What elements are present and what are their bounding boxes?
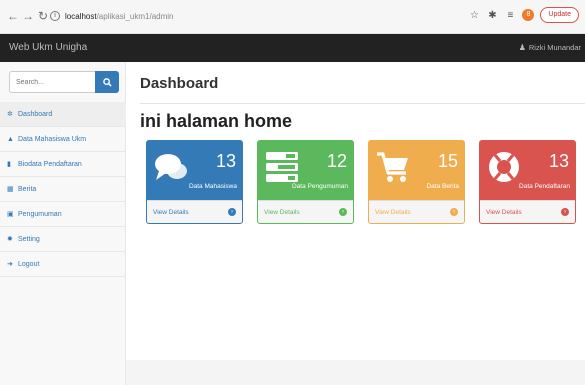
sidebar-item-label: Logout	[18, 260, 40, 268]
panel-label: Data Pendaftaran	[519, 183, 570, 190]
panel-data-pendaftaran: 13 Data Pendaftaran View Details ›	[479, 140, 576, 224]
sign-out-icon: ➜	[7, 261, 13, 268]
support-icon	[489, 152, 519, 182]
search-button[interactable]	[95, 71, 119, 93]
user-icon: ♟	[518, 43, 526, 52]
sidebar-item-label: Pengumuman	[18, 210, 62, 218]
file-icon: ▮	[7, 161, 11, 168]
arrow-circle-right-icon: ›	[561, 208, 569, 216]
graduation-cap-icon: ▲	[7, 135, 14, 143]
sidebar-item-pengumuman[interactable]: ▣ Pengumuman	[0, 202, 126, 227]
comments-icon	[155, 154, 187, 180]
url-host: localhost	[65, 11, 97, 21]
sidebar-item-label: Setting	[18, 235, 40, 243]
user-name: Rizki Munandar	[528, 43, 581, 52]
sidebar: ✲ Dashboard ▲ Data Mahasiswa Ukm ▮ Bioda…	[0, 62, 126, 385]
sidebar-menu: ✲ Dashboard ▲ Data Mahasiswa Ukm ▮ Bioda…	[0, 102, 126, 277]
view-details-link[interactable]: View Details ›	[480, 200, 575, 223]
view-details-text: View Details	[375, 208, 411, 216]
top-navbar: Web Ukm Unigha ♟ Rizki Munandar	[0, 34, 585, 62]
forward-icon[interactable]: →	[21, 9, 35, 23]
panel-label: Data Pengumuman	[291, 183, 348, 190]
shopping-cart-icon	[377, 152, 408, 182]
view-details-text: View Details	[153, 208, 189, 216]
arrow-circle-right-icon: ›	[450, 208, 458, 216]
sidebar-item-logout[interactable]: ➜ Logout	[0, 252, 126, 277]
update-button[interactable]: Update	[540, 7, 579, 23]
title-divider	[140, 103, 585, 104]
arrow-circle-right-icon: ›	[228, 208, 236, 216]
search-icon	[102, 77, 112, 87]
dashboard-icon: ✲	[7, 111, 13, 118]
sidebar-search	[9, 71, 119, 93]
browser-toolbar: ← → ↻ i localhost/aplikasi_ukm1/admin ☆ …	[0, 0, 585, 34]
sidebar-item-label: Biodata Pendaftaran	[18, 160, 82, 168]
profile-avatar[interactable]: 8	[522, 9, 535, 21]
url-path: /aplikasi_ukm1/admin	[96, 11, 174, 21]
sidebar-item-biodata[interactable]: ▮ Biodata Pendaftaran	[0, 152, 126, 177]
extensions-icon[interactable]: ✱	[486, 10, 498, 21]
panel-count: 15	[437, 151, 458, 171]
user-menu[interactable]: ♟ Rizki Munandar	[519, 43, 581, 52]
panel-count: 13	[215, 151, 236, 171]
panel-data-mahasiswa: 13 Data Mahasiswa View Details ›	[146, 140, 243, 224]
playlist-icon[interactable]: ≡	[504, 10, 516, 21]
welcome-heading: ini halaman home	[140, 111, 293, 131]
sidebar-item-label: Dashboard	[18, 110, 53, 118]
brand-link[interactable]: Web Ukm Unigha	[9, 42, 87, 53]
view-details-link[interactable]: View Details ›	[258, 200, 353, 223]
site-info-icon[interactable]: i	[50, 11, 60, 21]
cog-icon: ✹	[7, 236, 13, 243]
search-input[interactable]	[9, 71, 95, 93]
panel-count: 13	[548, 151, 569, 171]
panel-data-pengumuman: 12 Data Pengumuman View Details ›	[257, 140, 354, 224]
address-bar[interactable]: i localhost/aplikasi_ukm1/admin	[50, 6, 510, 26]
tasks-icon	[266, 152, 298, 182]
image-icon: ▣	[7, 211, 14, 218]
view-details-text: View Details	[486, 208, 522, 216]
view-details-link[interactable]: View Details ›	[369, 200, 464, 223]
sidebar-item-label: Berita	[18, 185, 37, 193]
panel-label: Data Mahasiswa	[188, 183, 237, 190]
panel-count: 12	[326, 151, 347, 171]
view-details-link[interactable]: View Details ›	[147, 200, 242, 223]
star-icon[interactable]: ☆	[468, 10, 480, 21]
sidebar-item-label: Data Mahasiswa Ukm	[18, 135, 87, 143]
sidebar-item-data-mahasiswa[interactable]: ▲ Data Mahasiswa Ukm	[0, 127, 126, 152]
panel-label: Data Berita	[426, 183, 459, 190]
page-title: Dashboard	[140, 75, 219, 92]
arrow-circle-right-icon: ›	[339, 208, 347, 216]
sidebar-item-setting[interactable]: ✹ Setting	[0, 227, 126, 252]
sidebar-item-dashboard[interactable]: ✲ Dashboard	[0, 102, 126, 127]
table-icon: ▦	[7, 186, 14, 193]
footer-strip	[126, 360, 585, 385]
sidebar-item-berita[interactable]: ▦ Berita	[0, 177, 126, 202]
back-icon[interactable]: ←	[6, 9, 20, 23]
reload-icon[interactable]: ↻	[36, 9, 50, 23]
view-details-text: View Details	[264, 208, 300, 216]
panel-data-berita: 15 Data Berita View Details ›	[368, 140, 465, 224]
